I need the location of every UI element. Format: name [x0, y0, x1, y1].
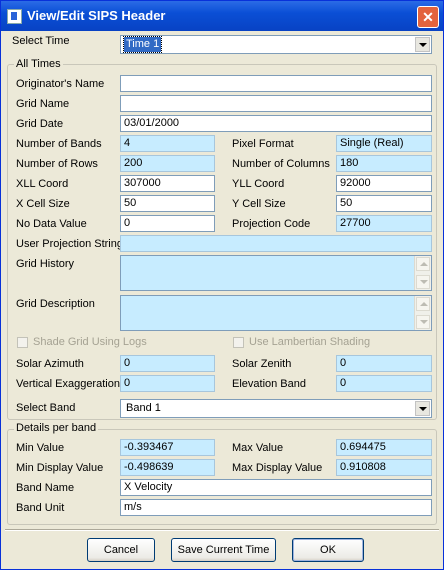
band-unit-field[interactable]: m/s [120, 499, 432, 516]
title-bar: View/Edit SIPS Header ✕ [1, 1, 443, 31]
close-button[interactable]: ✕ [417, 6, 439, 28]
grid-date-field[interactable]: 03/01/2000 [120, 115, 432, 132]
x-cell-size-label: X Cell Size [16, 198, 70, 210]
shade-logs-label: Shade Grid Using Logs [33, 336, 147, 348]
solar-azimuth-field: 0 [120, 355, 215, 372]
x-cell-size-field[interactable]: 50 [120, 195, 215, 212]
app-icon [7, 9, 22, 24]
grid-name-field[interactable] [120, 95, 432, 112]
grid-name-label: Grid Name [16, 98, 70, 110]
solar-zenith-field: 0 [336, 355, 432, 372]
yll-coord-field[interactable]: 92000 [336, 175, 432, 192]
grid-description-label: Grid Description [16, 298, 95, 310]
grid-date-label: Grid Date [16, 118, 64, 130]
min-display-value-label: Min Display Value [16, 462, 104, 474]
max-display-value-field: 0.910808 [336, 459, 432, 476]
number-of-bands-label: Number of Bands [16, 138, 102, 150]
number-of-columns-field: 180 [336, 155, 432, 172]
number-of-columns-label: Number of Columns [232, 158, 330, 170]
number-of-rows-label: Number of Rows [16, 158, 98, 170]
no-data-value-label: No Data Value [16, 218, 87, 230]
vertical-exaggeration-label: Vertical Exaggeration [16, 378, 120, 390]
grid-history-label: Grid History [16, 258, 75, 270]
yll-coord-label: YLL Coord [232, 178, 285, 190]
shade-logs-checkbox[interactable] [17, 337, 28, 348]
lambertian-label: Use Lambertian Shading [249, 336, 371, 348]
elevation-band-field: 0 [336, 375, 432, 392]
no-data-value-field[interactable]: 0 [120, 215, 215, 232]
save-current-time-button[interactable]: Save Current Time [171, 538, 276, 562]
solar-zenith-label: Solar Zenith [232, 358, 292, 370]
band-unit-label: Band Unit [16, 502, 65, 514]
max-value-field: 0.694475 [336, 439, 432, 456]
max-display-value-label: Max Display Value [232, 462, 323, 474]
elevation-band-label: Elevation Band [232, 378, 306, 390]
projection-code-label: Projection Code [232, 218, 311, 230]
select-time-label: Select Time [12, 35, 70, 47]
select-band-value: Band 1 [126, 402, 161, 414]
scroll-up-icon[interactable] [416, 297, 430, 311]
divider [5, 529, 439, 531]
pixel-format-label: Pixel Format [232, 138, 294, 150]
select-time-dropdown[interactable]: Time 1 [120, 35, 432, 54]
grid-description-textarea[interactable] [120, 295, 432, 331]
user-projection-string-label: User Projection String [16, 238, 123, 250]
user-projection-string-field [120, 235, 432, 252]
select-band-label: Select Band [16, 402, 76, 414]
band-name-field[interactable]: X Velocity [120, 479, 432, 496]
y-cell-size-field[interactable]: 50 [336, 195, 432, 212]
number-of-bands-field: 4 [120, 135, 215, 152]
dialog-window: View/Edit SIPS Header ✕ Select Time Time… [0, 0, 444, 570]
scroll-down-icon[interactable] [416, 275, 430, 289]
scroll-up-icon[interactable] [416, 257, 430, 271]
all-times-label: All Times [14, 58, 63, 70]
grid-history-scrollbar[interactable] [414, 256, 431, 290]
projection-code-field: 27700 [336, 215, 432, 232]
originator-name-field[interactable] [120, 75, 432, 92]
max-value-label: Max Value [232, 442, 284, 454]
originator-name-label: Originator's Name [16, 78, 105, 90]
band-name-label: Band Name [16, 482, 75, 494]
ok-button[interactable]: OK [292, 538, 364, 562]
min-display-value-field: -0.498639 [120, 459, 215, 476]
select-time-value: Time 1 [122, 36, 163, 53]
xll-coord-field[interactable]: 307000 [120, 175, 215, 192]
pixel-format-field: Single (Real) [336, 135, 432, 152]
details-per-band-label: Details per band [14, 422, 99, 434]
lambertian-checkbox[interactable] [233, 337, 244, 348]
chevron-down-icon[interactable] [415, 37, 430, 52]
cancel-button[interactable]: Cancel [87, 538, 155, 562]
xll-coord-label: XLL Coord [16, 178, 69, 190]
window-title: View/Edit SIPS Header [27, 8, 166, 23]
grid-description-scrollbar[interactable] [414, 296, 431, 330]
select-band-dropdown[interactable]: Band 1 [120, 399, 432, 418]
y-cell-size-label: Y Cell Size [232, 198, 286, 210]
grid-history-textarea[interactable] [120, 255, 432, 291]
min-value-label: Min Value [16, 442, 65, 454]
number-of-rows-field: 200 [120, 155, 215, 172]
solar-azimuth-label: Solar Azimuth [16, 358, 84, 370]
chevron-down-icon[interactable] [415, 401, 430, 416]
min-value-field: -0.393467 [120, 439, 215, 456]
scroll-down-icon[interactable] [416, 315, 430, 329]
vertical-exaggeration-field: 0 [120, 375, 215, 392]
